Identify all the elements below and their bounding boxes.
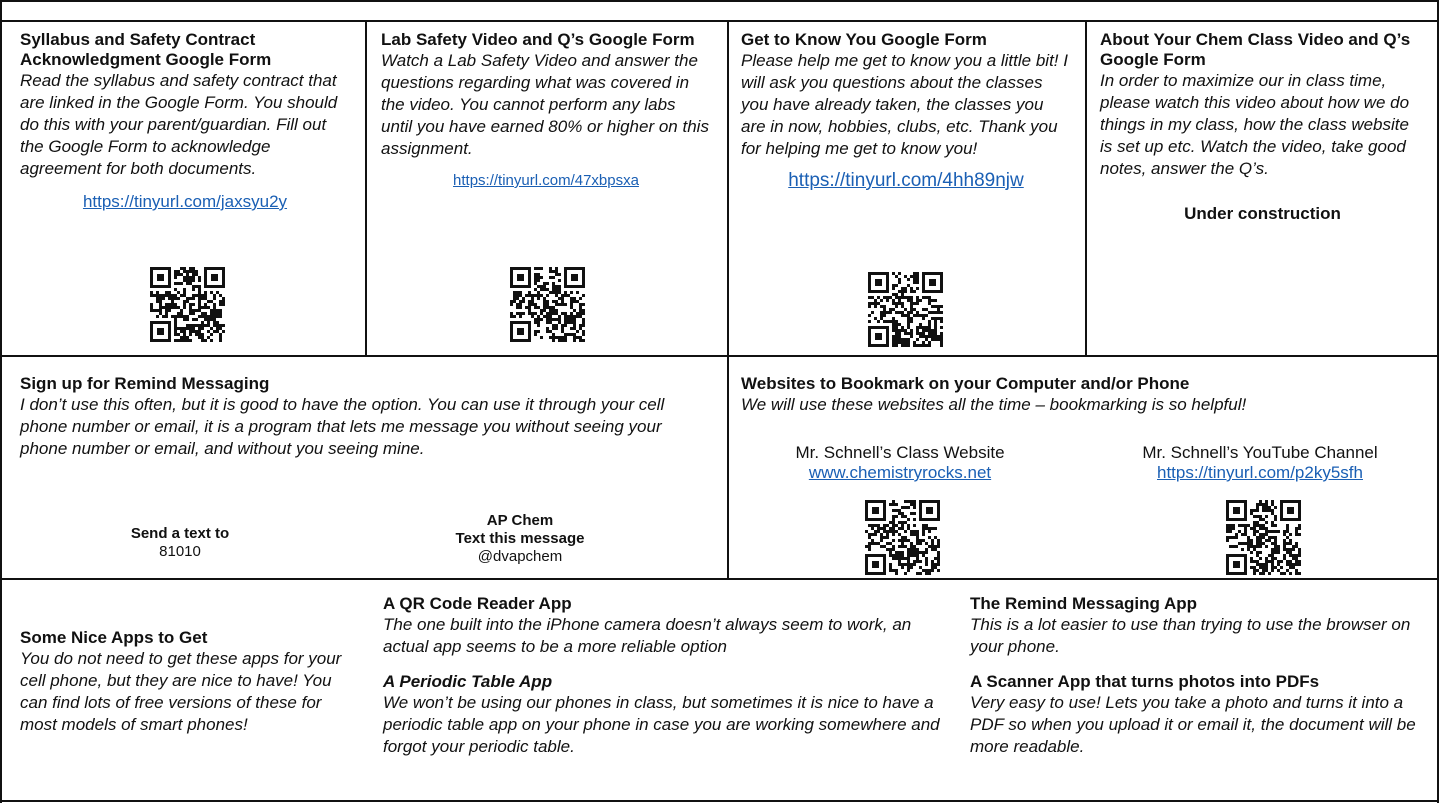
apps-desc: You do not need to get these apps for yo… xyxy=(20,649,342,734)
apps-title: Some Nice Apps to Get xyxy=(20,628,208,647)
lab-safety-desc: Watch a Lab Safety Video and answer the … xyxy=(381,51,709,158)
syllabus-qr-code-icon xyxy=(150,267,225,342)
row-divider-2 xyxy=(0,355,1439,357)
periodic-table-desc: We won’t be using our phones in class, b… xyxy=(383,693,940,756)
lab-safety-title: Lab Safety Video and Q’s Google Form xyxy=(381,30,695,49)
qr-reader-desc: The one built into the iPhone camera doe… xyxy=(383,615,912,656)
remind-title: Sign up for Remind Messaging xyxy=(20,374,270,393)
scanner-app-desc: Very easy to use! Lets you take a photo … xyxy=(970,693,1416,756)
get-to-know-title: Get to Know You Google Form xyxy=(741,30,987,49)
class-website-block: Mr. Schnell’s Class Website www.chemistr… xyxy=(745,443,1055,483)
lab-safety-cell: Lab Safety Video and Q’s Google Form Wat… xyxy=(381,30,711,189)
get-to-know-desc: Please help me get to know you a little … xyxy=(741,51,1068,158)
lab-safety-link[interactable]: https://tinyurl.com/47xbpsxa xyxy=(381,172,711,189)
remind-message-block: AP Chem Text this message @dvapchem xyxy=(420,512,620,566)
get-to-know-cell: Get to Know You Google Form Please help … xyxy=(741,30,1071,192)
youtube-block: Mr. Schnell’s YouTube Channel https://ti… xyxy=(1100,443,1420,483)
remind-cell: Sign up for Remind Messaging I don’t use… xyxy=(20,374,710,460)
remind-app-cell: The Remind Messaging App This is a lot e… xyxy=(970,594,1430,658)
chem-class-cell: About Your Chem Class Video and Q’s Goog… xyxy=(1100,30,1425,224)
remind-app-desc: This is a lot easier to use than trying … xyxy=(970,615,1411,656)
under-construction-label: Under construction xyxy=(1184,204,1341,223)
scanner-app-title: A Scanner App that turns photos into PDF… xyxy=(970,672,1320,691)
remind-desc: I don’t use this often, but it is good t… xyxy=(20,395,665,458)
websites-title: Websites to Bookmark on your Computer an… xyxy=(741,374,1190,393)
col-divider-2 xyxy=(727,20,729,578)
row-divider-1 xyxy=(0,20,1439,22)
class-website-name: Mr. Schnell’s Class Website xyxy=(795,443,1005,462)
get-to-know-link[interactable]: https://tinyurl.com/4hh89njw xyxy=(741,170,1071,192)
text-message-label: Text this message xyxy=(455,530,585,547)
col-divider-3 xyxy=(1085,20,1087,355)
class-website-qr-code-icon xyxy=(865,500,940,575)
periodic-table-app-cell: A Periodic Table App We won’t be using o… xyxy=(383,672,953,758)
remind-app-title: The Remind Messaging App xyxy=(970,594,1198,613)
remind-send-block: Send a text to 81010 xyxy=(80,525,280,561)
get-to-know-qr-code-icon xyxy=(868,272,943,347)
chem-class-desc: In order to maximize our in class time, … xyxy=(1100,71,1410,178)
qr-reader-title: A QR Code Reader App xyxy=(383,594,572,613)
syllabus-desc: Read the syllabus and safety contract th… xyxy=(20,71,338,178)
websites-cell: Websites to Bookmark on your Computer an… xyxy=(741,374,1431,416)
syllabus-cell: Syllabus and Safety Contract Acknowledgm… xyxy=(20,30,350,212)
col-divider-1 xyxy=(365,20,367,355)
apps-intro-cell: Some Nice Apps to Get You do not need to… xyxy=(20,628,360,736)
class-name-label: AP Chem xyxy=(486,512,554,529)
periodic-table-title: A Periodic Table App xyxy=(383,672,553,691)
send-text-label: Send a text to xyxy=(130,525,230,542)
class-website-link[interactable]: www.chemistryrocks.net xyxy=(745,463,1055,483)
youtube-link[interactable]: https://tinyurl.com/p2ky5sfh xyxy=(1100,463,1420,483)
qr-reader-app-cell: A QR Code Reader App The one built into … xyxy=(383,594,953,658)
chem-class-title: About Your Chem Class Video and Q’s Goog… xyxy=(1100,30,1411,69)
youtube-name: Mr. Schnell’s YouTube Channel xyxy=(1142,443,1378,462)
left-border xyxy=(0,0,2,803)
send-text-number: 81010 xyxy=(159,543,201,560)
youtube-qr-code-icon xyxy=(1226,500,1301,575)
message-code: @dvapchem xyxy=(477,548,563,565)
top-border xyxy=(0,0,1439,2)
syllabus-link[interactable]: https://tinyurl.com/jaxsyu2y xyxy=(20,192,350,212)
scanner-app-cell: A Scanner App that turns photos into PDF… xyxy=(970,672,1430,758)
websites-desc: We will use these websites all the time … xyxy=(741,395,1247,414)
lab-safety-qr-code-icon xyxy=(510,267,585,342)
bottom-border xyxy=(0,800,1439,802)
row-divider-3 xyxy=(0,578,1439,580)
syllabus-title: Syllabus and Safety Contract Acknowledgm… xyxy=(20,30,272,69)
